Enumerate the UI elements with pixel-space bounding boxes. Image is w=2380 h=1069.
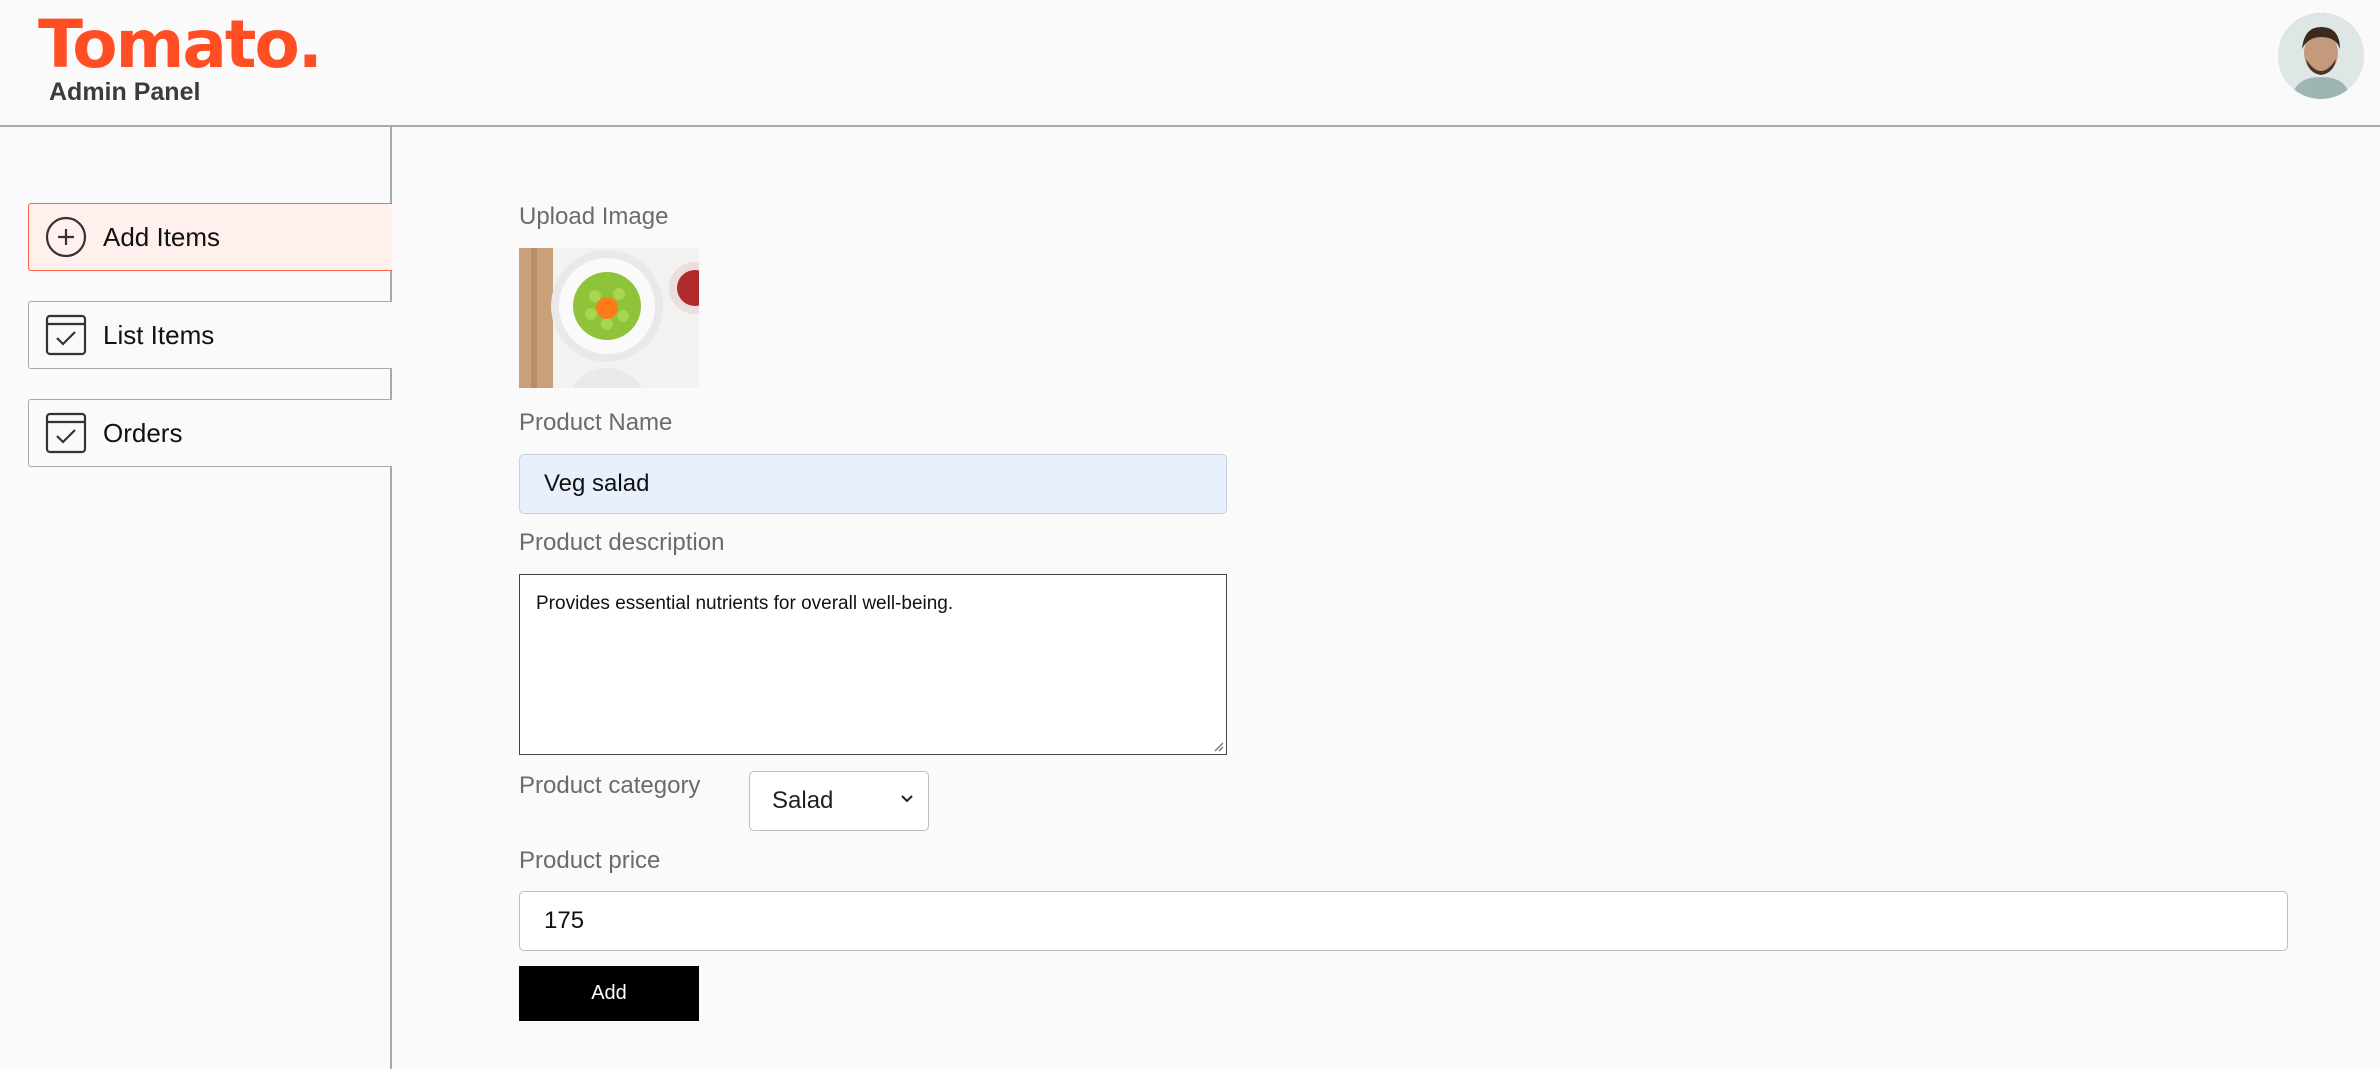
sidebar: Add Items List Items Orders	[0, 127, 392, 1069]
chevron-down-icon	[901, 795, 913, 803]
avatar[interactable]	[2278, 13, 2364, 99]
navbar: Tomato. Admin Panel	[0, 0, 2380, 127]
add-button[interactable]: Add	[519, 966, 699, 1021]
checklist-icon	[45, 412, 87, 454]
product-description-text: Provides essential nutrients for overall…	[536, 593, 954, 614]
logo: Tomato.	[38, 6, 323, 83]
sidebar-item-add-items[interactable]: Add Items	[28, 203, 392, 271]
upload-image-label: Upload Image	[519, 203, 669, 230]
checklist-icon	[45, 314, 87, 356]
product-category-value: Salad	[772, 787, 834, 814]
product-description-label: Product description	[519, 529, 725, 556]
sidebar-item-orders[interactable]: Orders	[28, 399, 392, 467]
sidebar-item-list-items[interactable]: List Items	[28, 301, 392, 369]
add-circle-icon	[45, 216, 87, 258]
product-price-input[interactable]: 175	[519, 891, 2288, 951]
product-description-textarea[interactable]: Provides essential nutrients for overall…	[519, 574, 1227, 755]
logo-subtitle: Admin Panel	[49, 78, 201, 106]
upload-image-preview[interactable]	[519, 248, 699, 388]
product-category-select[interactable]: Salad	[749, 771, 929, 831]
product-name-label: Product Name	[519, 409, 673, 436]
sidebar-item-label: List Items	[103, 319, 215, 350]
sidebar-item-label: Orders	[103, 417, 183, 448]
product-price-label: Product price	[519, 847, 661, 874]
product-category-label: Product category	[519, 772, 701, 799]
product-name-input[interactable]: Veg salad	[519, 454, 1227, 514]
resize-handle-icon[interactable]	[1212, 740, 1224, 752]
sidebar-item-label: Add Items	[103, 221, 221, 252]
